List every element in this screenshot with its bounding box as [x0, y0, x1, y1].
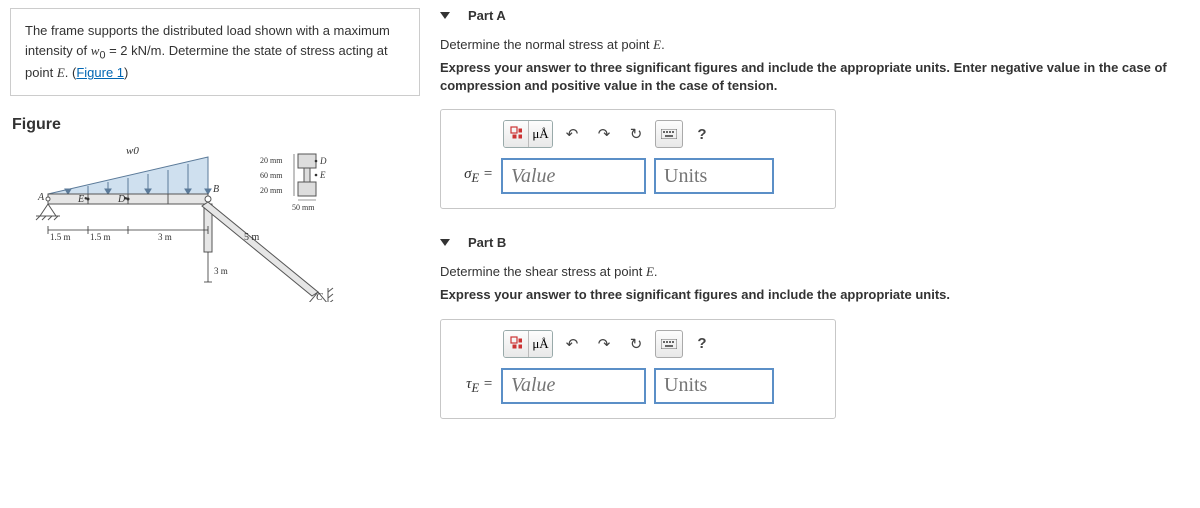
- cs-20a: 20 mm: [260, 156, 283, 165]
- redo-button[interactable]: ↷: [591, 331, 617, 357]
- redo-button[interactable]: ↷: [591, 121, 617, 147]
- symbols-button[interactable]: μÅ: [528, 121, 552, 147]
- templates-button[interactable]: [504, 331, 528, 357]
- reset-button[interactable]: ↻: [623, 121, 649, 147]
- keyboard-icon: [661, 129, 677, 139]
- undo-button[interactable]: ↶: [559, 331, 585, 357]
- figure-title: Figure: [12, 116, 420, 134]
- svg-text:•: •: [84, 194, 88, 205]
- label-B: B: [213, 184, 219, 195]
- cs-60: 60 mm: [260, 171, 283, 180]
- templates-button[interactable]: [504, 121, 528, 147]
- cs-E: E: [319, 170, 326, 180]
- dim-15b: 1.5 m: [90, 232, 111, 242]
- symbols-button[interactable]: μÅ: [528, 331, 552, 357]
- cs-50: 50 mm: [292, 203, 315, 212]
- part-b-units-input[interactable]: [654, 368, 774, 404]
- part-a-header[interactable]: Part A: [440, 0, 1190, 31]
- templates-icon: [510, 336, 522, 352]
- label-w0: w0: [126, 145, 139, 157]
- part-b-header[interactable]: Part B: [440, 227, 1190, 258]
- figure-link[interactable]: Figure 1: [76, 65, 124, 80]
- part-a-eq-label: σE =: [453, 166, 493, 186]
- reset-button[interactable]: ↻: [623, 331, 649, 357]
- collapse-icon: [440, 239, 450, 246]
- dim-3a: 3 m: [158, 232, 172, 242]
- dim-3b: 3 m: [214, 266, 228, 276]
- svg-text:•: •: [124, 194, 128, 205]
- dim-15a: 1.5 m: [50, 232, 71, 242]
- part-a-answer-box: μÅ ↶ ↷ ↻ ? σE =: [440, 109, 836, 209]
- cs-D: D: [319, 156, 327, 166]
- part-a-units-input[interactable]: [654, 158, 774, 194]
- templates-icon: [510, 126, 522, 142]
- keyboard-icon: [661, 339, 677, 349]
- problem-text4: ): [124, 65, 128, 80]
- label-A: A: [37, 192, 45, 203]
- figure-diagram: w0 E • D • A B 5 m: [18, 142, 420, 305]
- part-b-answer-box: μÅ ↶ ↷ ↻ ? τE =: [440, 319, 836, 419]
- templates-group: μÅ: [503, 330, 553, 358]
- part-a-prompt: Determine the normal stress at point E.: [440, 37, 1190, 53]
- part-b-title: Part B: [468, 235, 506, 250]
- part-b-instructions: Express your answer to three significant…: [440, 286, 1190, 304]
- part-a-value-input[interactable]: [501, 158, 646, 194]
- part-b-value-input[interactable]: [501, 368, 646, 404]
- problem-eq: = 2 kN/m: [105, 43, 161, 58]
- problem-statement: The frame supports the distributed load …: [10, 8, 420, 96]
- part-a-title: Part A: [468, 8, 506, 23]
- help-button[interactable]: ?: [689, 331, 715, 357]
- label-5m: 5 m: [244, 232, 260, 243]
- label-C: C: [316, 292, 323, 302]
- collapse-icon: [440, 12, 450, 19]
- cs-20b: 20 mm: [260, 186, 283, 195]
- help-button[interactable]: ?: [689, 121, 715, 147]
- part-b-eq-label: τE =: [453, 376, 493, 396]
- undo-button[interactable]: ↶: [559, 121, 585, 147]
- keyboard-button[interactable]: [655, 120, 683, 148]
- keyboard-button[interactable]: [655, 330, 683, 358]
- templates-group: μÅ: [503, 120, 553, 148]
- problem-text3: . (: [65, 65, 77, 80]
- part-b-prompt: Determine the shear stress at point E.: [440, 264, 1190, 280]
- part-a-instructions: Express your answer to three significant…: [440, 59, 1190, 95]
- point-e: E: [57, 65, 65, 80]
